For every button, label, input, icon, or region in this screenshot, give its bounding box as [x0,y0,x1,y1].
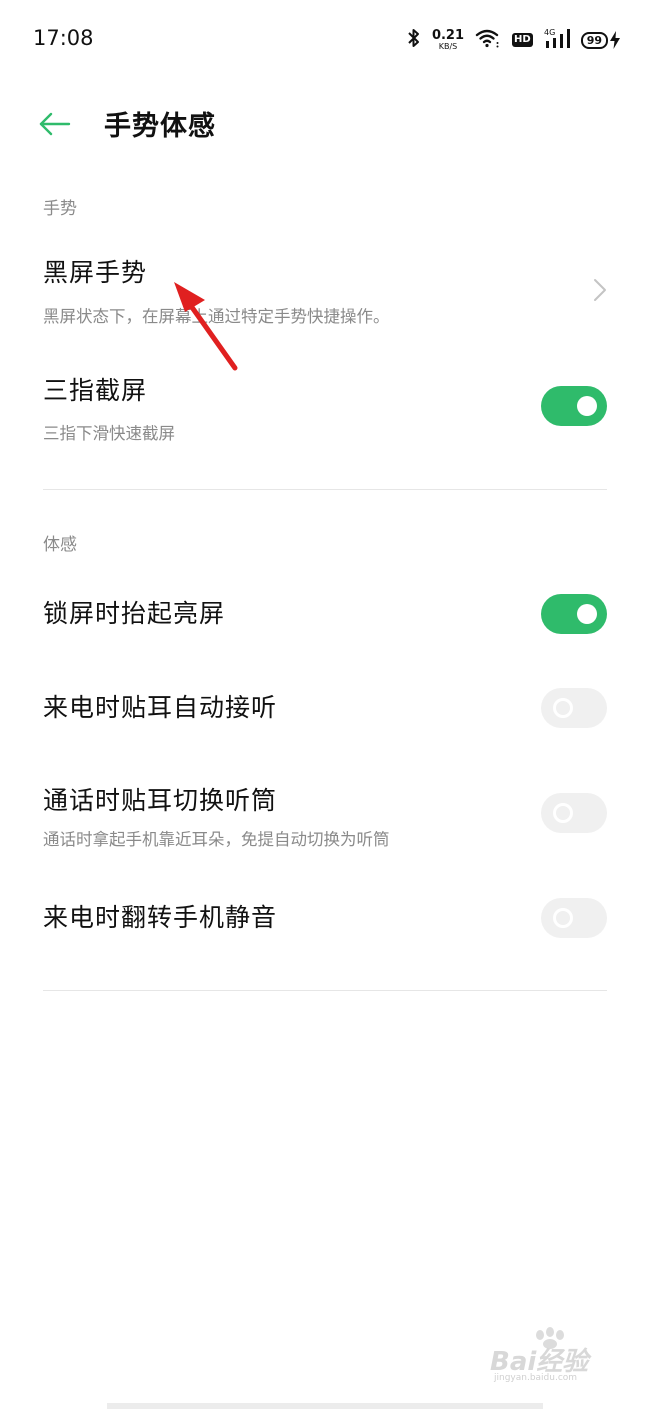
status-bar: 17:08 0.21 KB/S HD 4G 99 [0,0,650,80]
toggle-knob [577,604,597,624]
watermark-url: jingyan.baidu.com [494,1373,578,1383]
back-button[interactable] [36,104,76,144]
bottom-strip [107,1403,543,1409]
toggle-ear-auto-answer[interactable] [541,688,607,728]
toggle-three-finger-screenshot[interactable] [541,386,607,426]
net-speed-unit: KB/S [438,42,458,51]
battery-icon: 99 [580,31,620,49]
toggle-knob [553,698,573,718]
page-title: 手势体感 [104,111,216,142]
setting-subtitle: 三指下滑快速截屏 [43,424,175,443]
wifi-icon [475,28,501,52]
hd-icon: HD [512,33,533,47]
toggle-ear-switch-receiver[interactable] [541,793,607,833]
toggle-knob [553,908,573,928]
toggle-knob [553,803,573,823]
toggle-raise-to-wake[interactable] [541,594,607,634]
setting-title: 来电时翻转手机静音 [43,903,278,932]
net-speed: 0.21 KB/S [432,29,464,51]
setting-title: 通话时贴耳切换听筒 [43,786,278,815]
toggle-flip-to-mute[interactable] [541,898,607,938]
section-divider [43,489,607,490]
signal-icon: 4G [544,27,570,53]
setting-row-three-finger-screenshot[interactable]: 三指截屏 三指下滑快速截屏 [0,360,650,460]
section-header-motion: 体感 [43,535,77,555]
setting-row-black-screen-gesture[interactable]: 黑屏手势 黑屏状态下，在屏幕上通过特定手势快捷操作。 [0,242,650,342]
setting-title: 三指截屏 [43,376,148,405]
back-arrow-icon [39,112,71,136]
setting-subtitle: 黑屏状态下，在屏幕上通过特定手势快捷操作。 [43,307,390,326]
setting-title: 黑屏手势 [43,258,148,287]
charging-icon [610,31,620,49]
setting-row-raise-to-wake[interactable]: 锁屏时抬起亮屏 [0,580,650,650]
net-speed-value: 0.21 [431,28,465,43]
toggle-knob [577,396,597,416]
svg-text:4G: 4G [544,28,555,37]
chevron-right-icon [594,279,606,301]
status-icons: 0.21 KB/S HD 4G 99 [407,26,620,54]
bluetooth-icon [407,28,421,52]
baidu-watermark: Bai经验 jingyan.baidu.com [490,1327,612,1387]
setting-subtitle: 通话时拿起手机靠近耳朵，免提自动切换为听筒 [43,830,390,849]
setting-title: 锁屏时抬起亮屏 [43,599,226,628]
setting-row-flip-to-mute[interactable]: 来电时翻转手机静音 [0,884,650,954]
battery-level: 99 [580,31,608,49]
status-time: 17:08 [33,26,94,50]
page-header: 手势体感 [0,96,650,152]
section-divider [43,990,607,991]
setting-row-ear-auto-answer[interactable]: 来电时贴耳自动接听 [0,674,650,744]
section-header-gesture: 手势 [43,199,77,219]
setting-row-ear-switch-receiver[interactable]: 通话时贴耳切换听筒 通话时拿起手机靠近耳朵，免提自动切换为听筒 [0,770,650,870]
setting-title: 来电时贴耳自动接听 [43,693,278,722]
